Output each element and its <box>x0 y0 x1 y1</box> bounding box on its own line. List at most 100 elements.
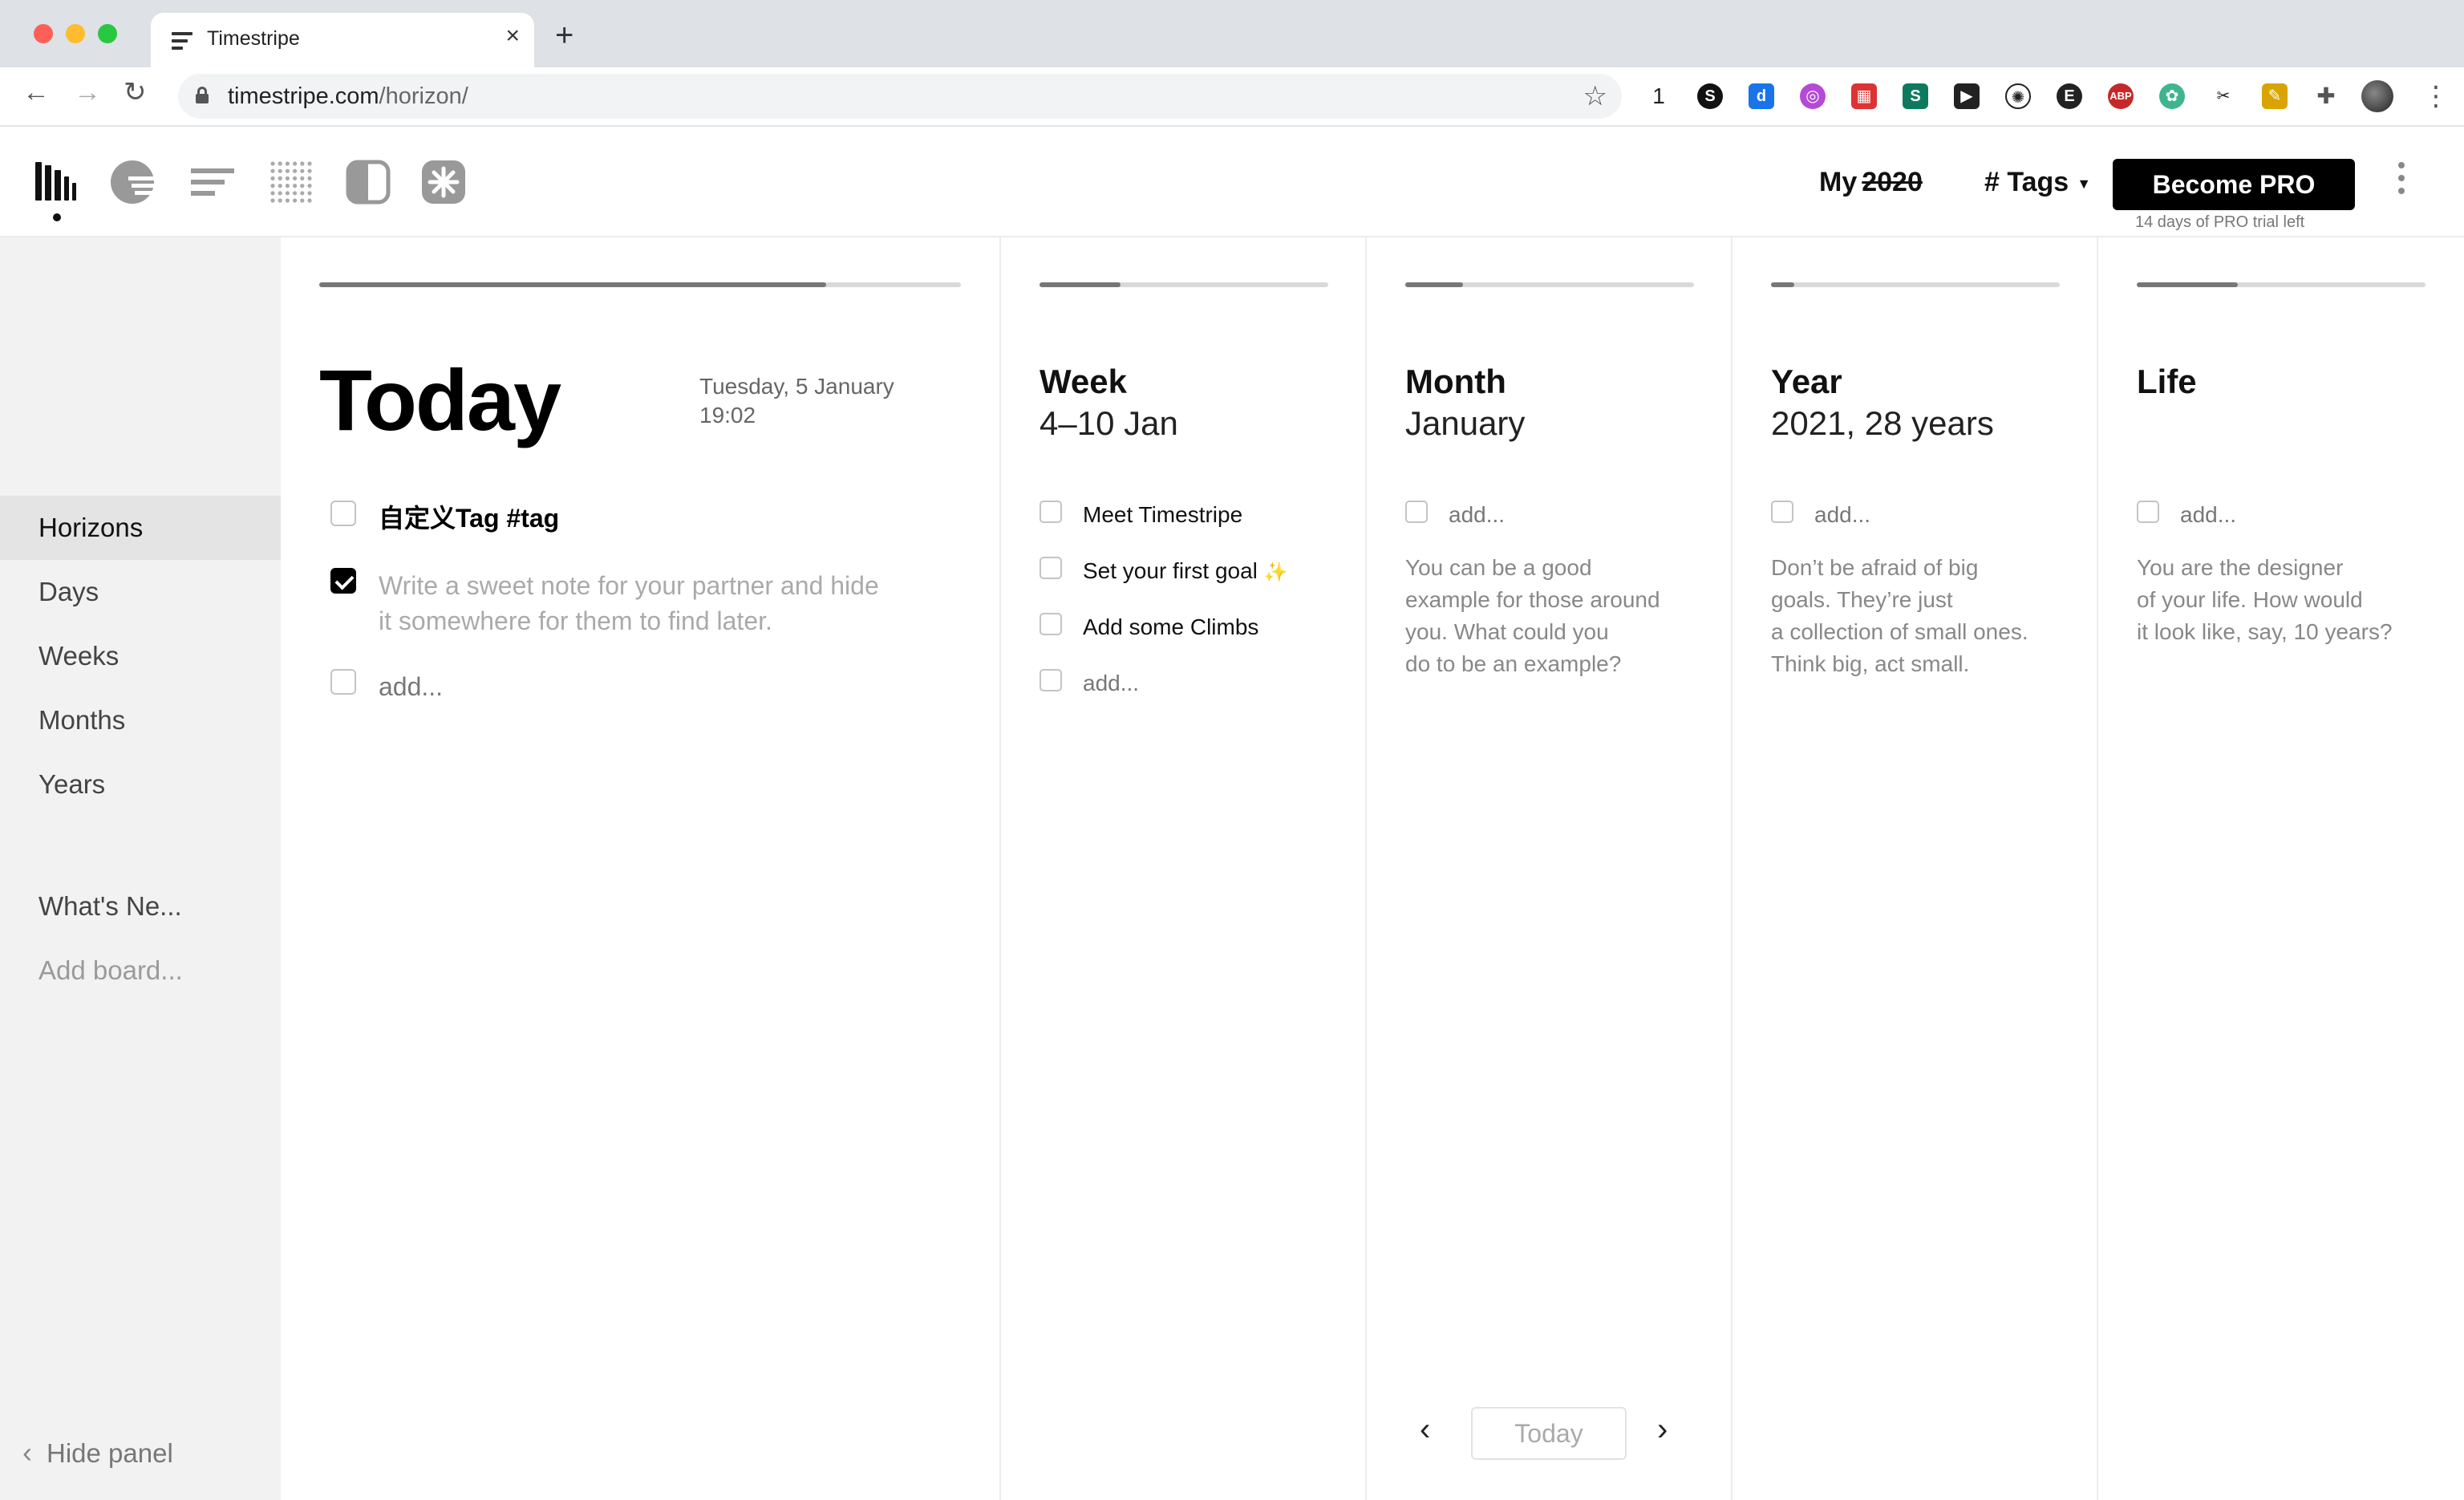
task-text[interactable]: Add some Climbs <box>1083 613 1258 642</box>
extension-abp-icon[interactable]: ABP <box>2108 83 2134 109</box>
minimize-window-button[interactable] <box>66 24 85 43</box>
extension-pencil-icon[interactable]: ✎ <box>2262 83 2288 109</box>
year-progress <box>1771 282 2060 287</box>
task-checkbox[interactable] <box>1405 501 1428 523</box>
app-menu-kebab-icon[interactable] <box>2398 162 2408 201</box>
become-pro-button[interactable]: Become PRO <box>2113 159 2355 210</box>
task-checkbox[interactable] <box>330 501 356 526</box>
tab-close-icon[interactable]: × <box>505 24 520 48</box>
profile-avatar[interactable] <box>2361 80 2393 112</box>
task-text[interactable]: Meet Timestripe <box>1083 501 1242 529</box>
extension-e-icon[interactable]: E <box>2057 83 2082 109</box>
task-text[interactable]: Write a sweet note for your partner and … <box>379 568 879 639</box>
extension-brain-icon[interactable]: ✿ <box>2159 83 2185 109</box>
extension-s2-icon[interactable]: S <box>1903 83 1928 109</box>
sidebar-item-days[interactable]: Days <box>0 560 281 624</box>
month-column: Month January add... You can be a good ex… <box>1367 237 1732 1500</box>
life-column: Life add... You are the designer of your … <box>2098 237 2464 1500</box>
close-window-button[interactable] <box>34 24 53 43</box>
add-task-input[interactable]: add... <box>1814 501 1870 529</box>
extension-d-icon[interactable]: d <box>1749 83 1774 109</box>
pro-trial-note: 14 days of PRO trial left <box>2135 213 2305 231</box>
browser-tab[interactable]: Timestripe × <box>151 13 534 67</box>
today-title: Today <box>319 351 561 448</box>
year-column: Year 2021, 28 years add... Don’t be afra… <box>1732 237 2098 1500</box>
today-date: Tuesday, 5 January 19:02 <box>699 374 894 428</box>
sidebar: Horizons Days Weeks Months Years What's … <box>0 237 281 1500</box>
maximize-window-button[interactable] <box>98 24 117 43</box>
burst-icon[interactable] <box>420 159 467 205</box>
task-checkbox[interactable] <box>1040 613 1062 635</box>
task-text[interactable]: Set your first goal ✨ <box>1083 557 1288 587</box>
lock-icon <box>196 87 209 103</box>
task-checkbox[interactable] <box>1040 557 1062 579</box>
next-period-button[interactable]: › <box>1657 1413 1668 1445</box>
add-task-input[interactable]: add... <box>1083 669 1139 698</box>
add-task[interactable]: add... <box>1405 501 1505 529</box>
extension-video-icon[interactable]: ▶ <box>1954 83 1980 109</box>
tags-dropdown[interactable]: # Tags ▼ <box>1984 167 2091 198</box>
year-hint: Don’t be afraid of big goals. They’re jus… <box>1771 555 2028 676</box>
extension-count-icon[interactable]: 1 <box>1646 83 1672 109</box>
browser-toolbar: ← → ↻ timestripe.com/horizon/ ☆ 1 S d ◎ … <box>0 67 2464 127</box>
task-item[interactable]: Set your first goal ✨ <box>1040 557 1288 587</box>
month-progress <box>1405 282 1694 287</box>
horizons-icon[interactable] <box>34 159 80 205</box>
add-task[interactable]: add... <box>2137 501 2236 529</box>
today-button[interactable]: Today <box>1471 1407 1627 1460</box>
add-task-input[interactable]: add... <box>1449 501 1505 529</box>
sidebar-item-weeks[interactable]: Weeks <box>0 624 281 688</box>
month-subtitle: January <box>1405 404 1526 442</box>
active-view-indicator <box>53 213 61 221</box>
sidebar-item-years[interactable]: Years <box>0 752 281 817</box>
forward-arrow-icon[interactable]: → <box>74 79 101 106</box>
sparkle-icon: ✨ <box>1263 561 1288 583</box>
my-year-selector[interactable]: My 2020 <box>1819 167 1923 198</box>
browser-tab-strip: Timestripe × + <box>0 0 2464 67</box>
add-task[interactable]: add... <box>1771 501 1870 529</box>
add-task[interactable]: add... <box>1040 669 1139 698</box>
extension-calendar-icon[interactable]: ▦ <box>1851 83 1877 109</box>
extension-s-icon[interactable]: S <box>1697 83 1723 109</box>
task-checkbox[interactable] <box>1771 501 1793 523</box>
task-checkbox[interactable] <box>1040 669 1062 691</box>
extension-scissors-icon[interactable]: ✂ <box>2211 83 2236 109</box>
sidebar-add-board[interactable]: Add board... <box>0 939 281 1003</box>
month-title: Month <box>1405 363 1506 400</box>
task-checkbox[interactable] <box>2137 501 2159 523</box>
add-task-input[interactable]: add... <box>2180 501 2236 529</box>
week-title: Week <box>1040 363 1127 400</box>
task-checkbox-checked[interactable] <box>330 568 356 594</box>
task-checkbox[interactable] <box>330 669 356 695</box>
task-item[interactable]: 自定义Tag #tag <box>330 501 559 536</box>
reload-icon[interactable]: ↻ <box>124 79 147 106</box>
task-text[interactable]: 自定义Tag #tag <box>379 501 559 536</box>
task-checkbox[interactable] <box>1040 501 1062 523</box>
extension-circle-icon[interactable]: ◎ <box>1800 83 1826 109</box>
back-arrow-icon[interactable]: ← <box>22 79 50 106</box>
star-icon[interactable]: ☆ <box>1583 80 1607 112</box>
address-bar[interactable]: timestripe.com/horizon/ ☆ <box>178 74 1622 119</box>
week-progress <box>1040 282 1328 287</box>
days-icon[interactable] <box>109 159 156 205</box>
life-progress <box>2137 282 2426 287</box>
today-column: Today Tuesday, 5 January 19:02 自定义Tag #ta… <box>281 237 1001 1500</box>
dots-grid-icon[interactable] <box>268 159 314 205</box>
sidebar-item-whats-new[interactable]: What's Ne... <box>0 874 281 939</box>
task-item[interactable]: Write a sweet note for your partner and … <box>330 568 879 639</box>
task-item[interactable]: Meet Timestripe <box>1040 501 1242 529</box>
task-item[interactable]: Add some Climbs <box>1040 613 1258 642</box>
list-icon[interactable] <box>189 159 236 205</box>
url-text[interactable]: timestripe.com/horizon/ <box>228 83 468 110</box>
add-task[interactable]: add... <box>330 669 443 704</box>
new-tab-button[interactable]: + <box>555 19 573 51</box>
puzzle-icon[interactable]: ✚ <box>2313 83 2339 109</box>
previous-period-button[interactable]: ‹ <box>1420 1413 1430 1445</box>
add-task-input[interactable]: add... <box>379 669 443 704</box>
sidebar-item-months[interactable]: Months <box>0 688 281 752</box>
sidebar-item-horizons[interactable]: Horizons <box>0 496 281 560</box>
kebab-icon[interactable]: ⋮ <box>2422 80 2450 112</box>
hide-panel-button[interactable]: ‹ Hide panel <box>22 1436 173 1470</box>
extension-aperture-icon[interactable]: ✺ <box>2005 83 2031 109</box>
contrast-icon[interactable] <box>345 159 391 205</box>
